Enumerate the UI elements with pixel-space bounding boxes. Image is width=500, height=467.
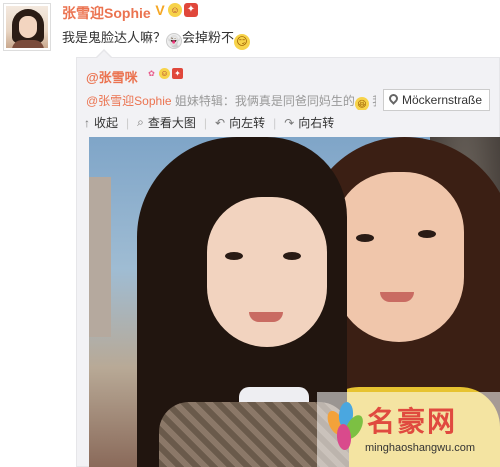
avatar-face-shape xyxy=(19,16,37,38)
post-text-after: 会掉粉不 xyxy=(182,30,235,45)
toolbar-divider: | xyxy=(126,115,130,130)
view-large-button[interactable]: ⌕ 查看大图 xyxy=(137,114,196,131)
eye-shape xyxy=(418,230,436,238)
lips-shape xyxy=(249,312,283,322)
watermark-logo-icon xyxy=(324,400,367,451)
view-large-label: 查看大图 xyxy=(147,116,196,130)
verified-v-icon[interactable]: V xyxy=(154,3,166,17)
collapse-button[interactable]: ↑ 收起 xyxy=(84,114,118,131)
eye-shape xyxy=(225,252,243,260)
original-text-body: 姐妹特辑：我俩真是同爸同妈生的 xyxy=(171,94,355,108)
member-face-icon[interactable]: ☺ xyxy=(168,3,182,17)
avatar-image xyxy=(6,6,48,48)
right-person-face xyxy=(334,172,464,342)
watermark-name: 名豪网 xyxy=(367,405,458,438)
original-author-badges: ✿ ☺ ✦ xyxy=(146,68,183,79)
location-pin-icon xyxy=(387,92,400,105)
watermark-domain: minghaoshangwu.com xyxy=(365,442,476,454)
rotate-right-icon: ↷ xyxy=(284,115,295,130)
location-name: Möckernstraße xyxy=(402,93,483,107)
magnifier-icon: ⌕ xyxy=(137,115,144,129)
rotate-left-button[interactable]: ↶ 向左转 xyxy=(215,114,265,131)
member-face-icon[interactable]: ☺ xyxy=(159,68,170,79)
flag-badge-icon[interactable]: ✦ xyxy=(184,3,198,17)
rotate-left-icon: ↶ xyxy=(215,115,226,130)
author-badges: V ☺ ✦ xyxy=(154,3,198,17)
lips-shape xyxy=(380,292,414,302)
left-person-face xyxy=(207,197,327,347)
original-text-tail: 我在 xyxy=(369,94,376,108)
flag-badge-icon[interactable]: ✦ xyxy=(172,68,183,79)
repost-pointer-inner xyxy=(97,51,111,58)
arrow-up-icon: ↑ xyxy=(84,115,90,130)
rotate-right-button[interactable]: ↷ 向右转 xyxy=(284,114,334,131)
author-name-link[interactable]: 张雪迎Sophie xyxy=(62,3,151,23)
avatar-body-shape xyxy=(12,40,44,48)
toolbar-divider: | xyxy=(203,115,208,130)
bow-badge-icon[interactable]: ✿ xyxy=(146,68,157,79)
original-author-link[interactable]: @张雪咪 xyxy=(86,67,138,86)
collapse-label: 收起 xyxy=(94,116,119,130)
background-building xyxy=(89,177,111,337)
toolbar-divider: | xyxy=(273,115,277,130)
ghost-emoji-icon: 👻 xyxy=(166,33,183,49)
eye-shape xyxy=(283,252,301,260)
site-watermark: 名豪网 minghaoshangwu.com xyxy=(317,392,500,467)
author-avatar[interactable] xyxy=(3,3,51,51)
post-text: 我是鬼脸达人嘛？👻会掉粉不 😏 xyxy=(62,27,251,50)
location-tag[interactable]: Möckernstraße xyxy=(383,89,490,111)
post-text-before: 我是鬼脸达人嘛？ xyxy=(62,30,167,45)
rotate-right-label: 向右转 xyxy=(298,116,335,130)
rotate-left-label: 向左转 xyxy=(229,116,266,130)
image-toolbar: ↑ 收起 | ⌕ 查看大图 | ↶ 向左转 | ↷ 向右转 xyxy=(84,114,334,131)
eye-shape xyxy=(356,234,374,242)
mention-link[interactable]: @张雪迎Sophie xyxy=(86,94,172,108)
smirk-emoji-icon: 😏 xyxy=(234,34,251,50)
laugh-emoji-icon: 😆 xyxy=(354,97,369,110)
original-post-text: @张雪迎Sophie 姐妹特辑：我俩真是同爸同妈生的😆 我在 xyxy=(86,92,376,110)
